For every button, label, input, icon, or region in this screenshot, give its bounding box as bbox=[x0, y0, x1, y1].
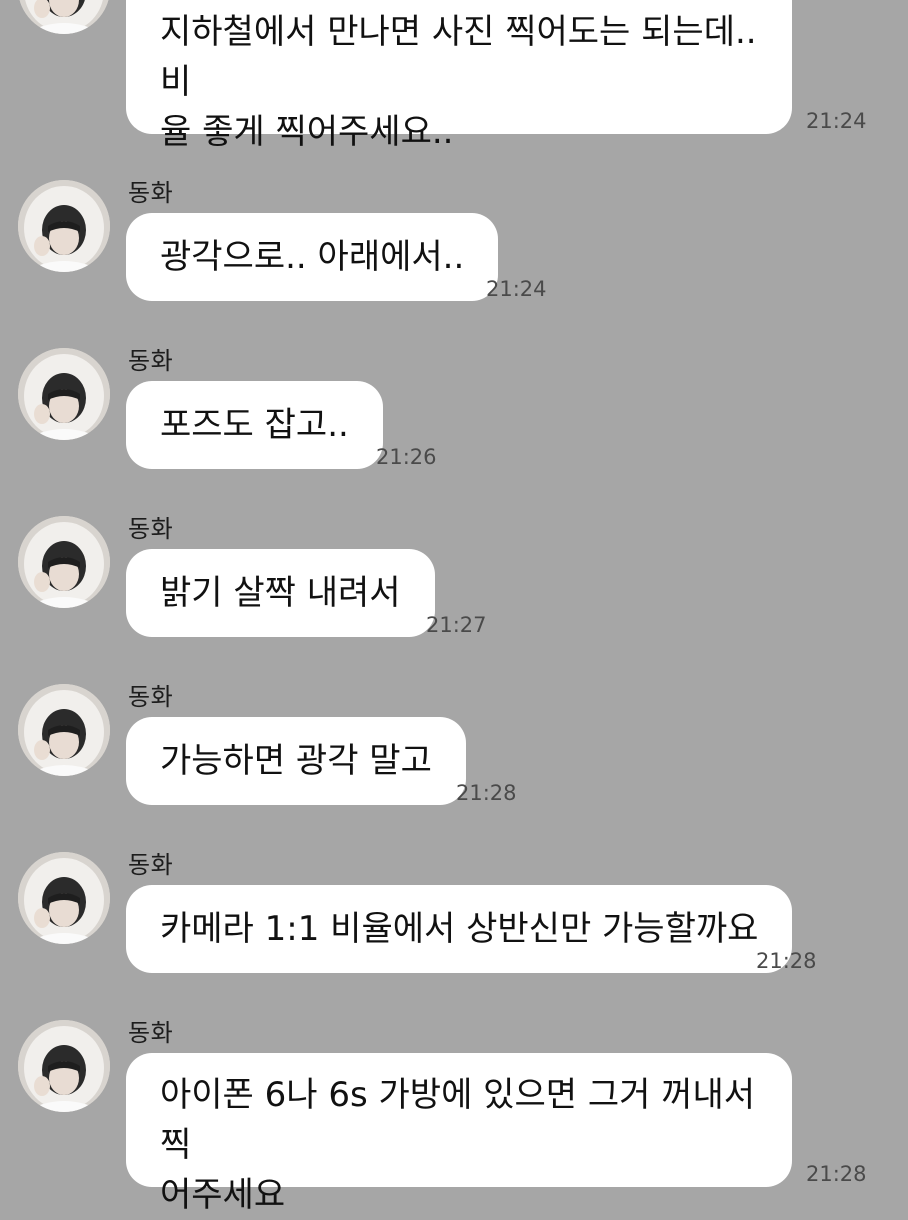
message-line-1: 아이폰 6나 6s 가방에 있으면 그거 꺼내서 찍 bbox=[160, 1075, 756, 1165]
message-bubble[interactable]: 밝기 살짝 내려서 bbox=[126, 549, 435, 637]
message-line-1: 지하철에서 만나면 사진 찍어도는 되는데.. 비 bbox=[160, 12, 757, 102]
profile-photo-icon bbox=[18, 180, 110, 272]
sender-avatar[interactable] bbox=[18, 852, 110, 944]
message-time: 21:24 bbox=[486, 277, 547, 301]
sender-avatar[interactable] bbox=[18, 684, 110, 776]
sender-name: 동화 bbox=[128, 515, 174, 543]
profile-photo-icon bbox=[18, 1020, 110, 1112]
message-time: 21:26 bbox=[376, 445, 437, 469]
profile-photo-icon bbox=[18, 348, 110, 440]
message-bubble[interactable]: 포즈도 잡고.. bbox=[126, 381, 383, 469]
message-text: 포즈도 잡고.. bbox=[160, 405, 349, 445]
message-time: 21:28 bbox=[456, 781, 517, 805]
message-time: 21:27 bbox=[426, 613, 487, 637]
message-bubble[interactable]: 지하철에서 만나면 사진 찍어도는 되는데.. 비 율 좋게 찍어주세요.. bbox=[126, 0, 792, 152]
message-line-2: 율 좋게 찍어주세요.. bbox=[160, 112, 454, 152]
sender-avatar[interactable] bbox=[18, 516, 110, 608]
sender-avatar[interactable] bbox=[18, 348, 110, 440]
message-bubble[interactable]: 카메라 1:1 비율에서 상반신만 가능할까요 bbox=[126, 885, 793, 973]
message-text: 밝기 살짝 내려서 bbox=[160, 573, 401, 613]
sender-name: 동화 bbox=[128, 179, 174, 207]
message-time: 21:24 bbox=[806, 109, 867, 133]
profile-photo-icon bbox=[18, 852, 110, 944]
message-bubble[interactable]: 아이폰 6나 6s 가방에 있으면 그거 꺼내서 찍 어주세요 bbox=[126, 1053, 792, 1215]
sender-name: 동화 bbox=[128, 683, 174, 711]
sender-name: 동화 bbox=[128, 851, 174, 879]
sender-avatar[interactable] bbox=[18, 0, 110, 34]
sender-name: 동화 bbox=[128, 347, 174, 375]
message-time: 21:28 bbox=[756, 949, 817, 973]
sender-avatar[interactable] bbox=[18, 1020, 110, 1112]
chat-area[interactable]: 지하철에서 만나면 사진 찍어도는 되는데.. 비 율 좋게 찍어주세요.. 2… bbox=[0, 0, 908, 1215]
message-bubble[interactable]: 광각으로.. 아래에서.. bbox=[126, 213, 499, 301]
sender-avatar[interactable] bbox=[18, 180, 110, 272]
profile-photo-icon bbox=[18, 0, 110, 34]
profile-photo-icon bbox=[18, 684, 110, 776]
message-time: 21:28 bbox=[806, 1162, 867, 1186]
message-bubble[interactable]: 가능하면 광각 말고 bbox=[126, 717, 466, 805]
profile-photo-icon bbox=[18, 516, 110, 608]
message-text: 카메라 1:1 비율에서 상반신만 가능할까요 bbox=[160, 909, 759, 949]
message-text: 가능하면 광각 말고 bbox=[160, 741, 432, 781]
message-line-2: 어주세요 bbox=[160, 1175, 286, 1215]
sender-name: 동화 bbox=[128, 1019, 174, 1047]
message-text: 광각으로.. 아래에서.. bbox=[160, 237, 465, 277]
